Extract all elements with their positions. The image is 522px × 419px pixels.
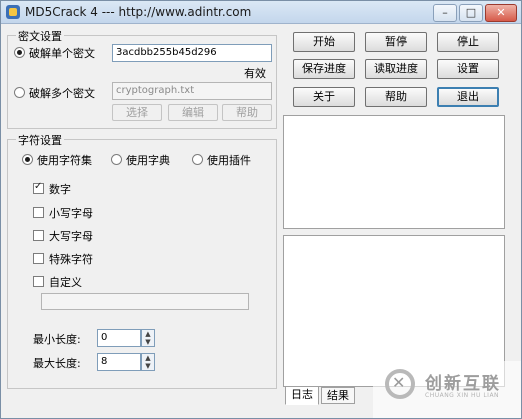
digits-checkbox[interactable] bbox=[33, 181, 44, 194]
watermark-brand: 创新互联 bbox=[425, 374, 501, 394]
brand-logo-icon bbox=[385, 369, 415, 399]
decrement-icon[interactable]: ▼ bbox=[142, 338, 154, 346]
cipher-help-button[interactable]: 帮助 bbox=[222, 104, 272, 121]
lowercase-checkbox[interactable] bbox=[33, 207, 44, 218]
select-file-button[interactable]: 选择 bbox=[112, 104, 162, 121]
single-cipher-radio[interactable] bbox=[14, 47, 25, 58]
special-chars-checkbox[interactable] bbox=[33, 253, 44, 264]
max-length-input[interactable]: 8 bbox=[97, 353, 141, 371]
custom-label: 自定义 bbox=[49, 276, 82, 289]
increment-icon[interactable]: ▲ bbox=[142, 354, 154, 362]
decrement-icon[interactable]: ▼ bbox=[142, 362, 154, 370]
title-bar: MD5Crack 4 --- http://www.adintr.com – □… bbox=[1, 1, 521, 24]
max-length-stepper[interactable]: ▲ ▼ bbox=[141, 353, 155, 371]
multi-cipher-label: 破解多个密文 bbox=[29, 87, 95, 100]
tab-log[interactable]: 日志 bbox=[285, 386, 319, 405]
use-plugin-label: 使用插件 bbox=[207, 154, 251, 167]
max-length-label: 最大长度: bbox=[33, 357, 81, 370]
increment-icon[interactable]: ▲ bbox=[142, 330, 154, 338]
special-chars-label: 特殊字符 bbox=[49, 253, 93, 266]
min-length-stepper[interactable]: ▲ ▼ bbox=[141, 329, 155, 347]
use-charset-radio[interactable] bbox=[22, 154, 33, 165]
cipher-settings-group: 密文设置 破解单个密文 3acdbb255b45d296 有效 破解多个密文 c… bbox=[7, 28, 277, 129]
single-cipher-input[interactable]: 3acdbb255b45d296 bbox=[112, 44, 272, 62]
start-button[interactable]: 开始 bbox=[293, 32, 355, 52]
exit-button[interactable]: 退出 bbox=[437, 87, 499, 107]
charset-settings-group: 字符设置 使用字符集 使用字典 使用插件 数字 小写字母 大写字母 特殊字符 自… bbox=[7, 132, 277, 389]
save-progress-button[interactable]: 保存进度 bbox=[293, 59, 355, 79]
use-charset-label: 使用字符集 bbox=[37, 154, 92, 167]
cipher-settings-legend: 密文设置 bbox=[16, 28, 64, 44]
about-button[interactable]: 关于 bbox=[293, 87, 355, 107]
load-progress-button[interactable]: 读取进度 bbox=[365, 59, 427, 79]
app-icon bbox=[6, 5, 20, 19]
multi-cipher-radio[interactable] bbox=[14, 87, 25, 98]
digits-label: 数字 bbox=[49, 183, 71, 196]
window-title: MD5Crack 4 --- http://www.adintr.com bbox=[25, 5, 252, 19]
use-dictionary-label: 使用字典 bbox=[126, 154, 170, 167]
min-length-input[interactable]: 0 bbox=[97, 329, 141, 347]
pause-button[interactable]: 暂停 bbox=[365, 32, 427, 52]
single-cipher-label: 破解单个密文 bbox=[29, 47, 95, 60]
uppercase-label: 大写字母 bbox=[49, 230, 93, 243]
help-button[interactable]: 帮助 bbox=[365, 87, 427, 107]
use-dictionary-radio[interactable] bbox=[111, 154, 122, 165]
valid-status-text: 有效 bbox=[244, 67, 266, 80]
min-length-label: 最小长度: bbox=[33, 333, 81, 346]
stop-button[interactable]: 停止 bbox=[437, 32, 499, 52]
use-plugin-radio[interactable] bbox=[192, 154, 203, 165]
charset-settings-legend: 字符设置 bbox=[16, 132, 64, 148]
minimize-button[interactable]: – bbox=[433, 4, 457, 22]
edit-file-button[interactable]: 编辑 bbox=[168, 104, 218, 121]
maximize-button[interactable]: □ bbox=[459, 4, 483, 22]
uppercase-checkbox[interactable] bbox=[33, 230, 44, 241]
lowercase-label: 小写字母 bbox=[49, 207, 93, 220]
app-window: MD5Crack 4 --- http://www.adintr.com – □… bbox=[0, 0, 522, 419]
progress-panel bbox=[283, 115, 505, 229]
custom-checkbox[interactable] bbox=[33, 276, 44, 287]
custom-charset-input[interactable] bbox=[41, 293, 249, 310]
close-button[interactable]: ✕ bbox=[485, 4, 517, 22]
watermark-subtitle: CHUANG XIN HU LIAN bbox=[425, 392, 500, 399]
settings-button[interactable]: 设置 bbox=[437, 59, 499, 79]
tab-results[interactable]: 结果 bbox=[321, 387, 355, 404]
multi-cipher-file-input[interactable]: cryptograph.txt bbox=[112, 82, 272, 100]
watermark: 创新互联 CHUANG XIN HU LIAN bbox=[373, 361, 521, 418]
